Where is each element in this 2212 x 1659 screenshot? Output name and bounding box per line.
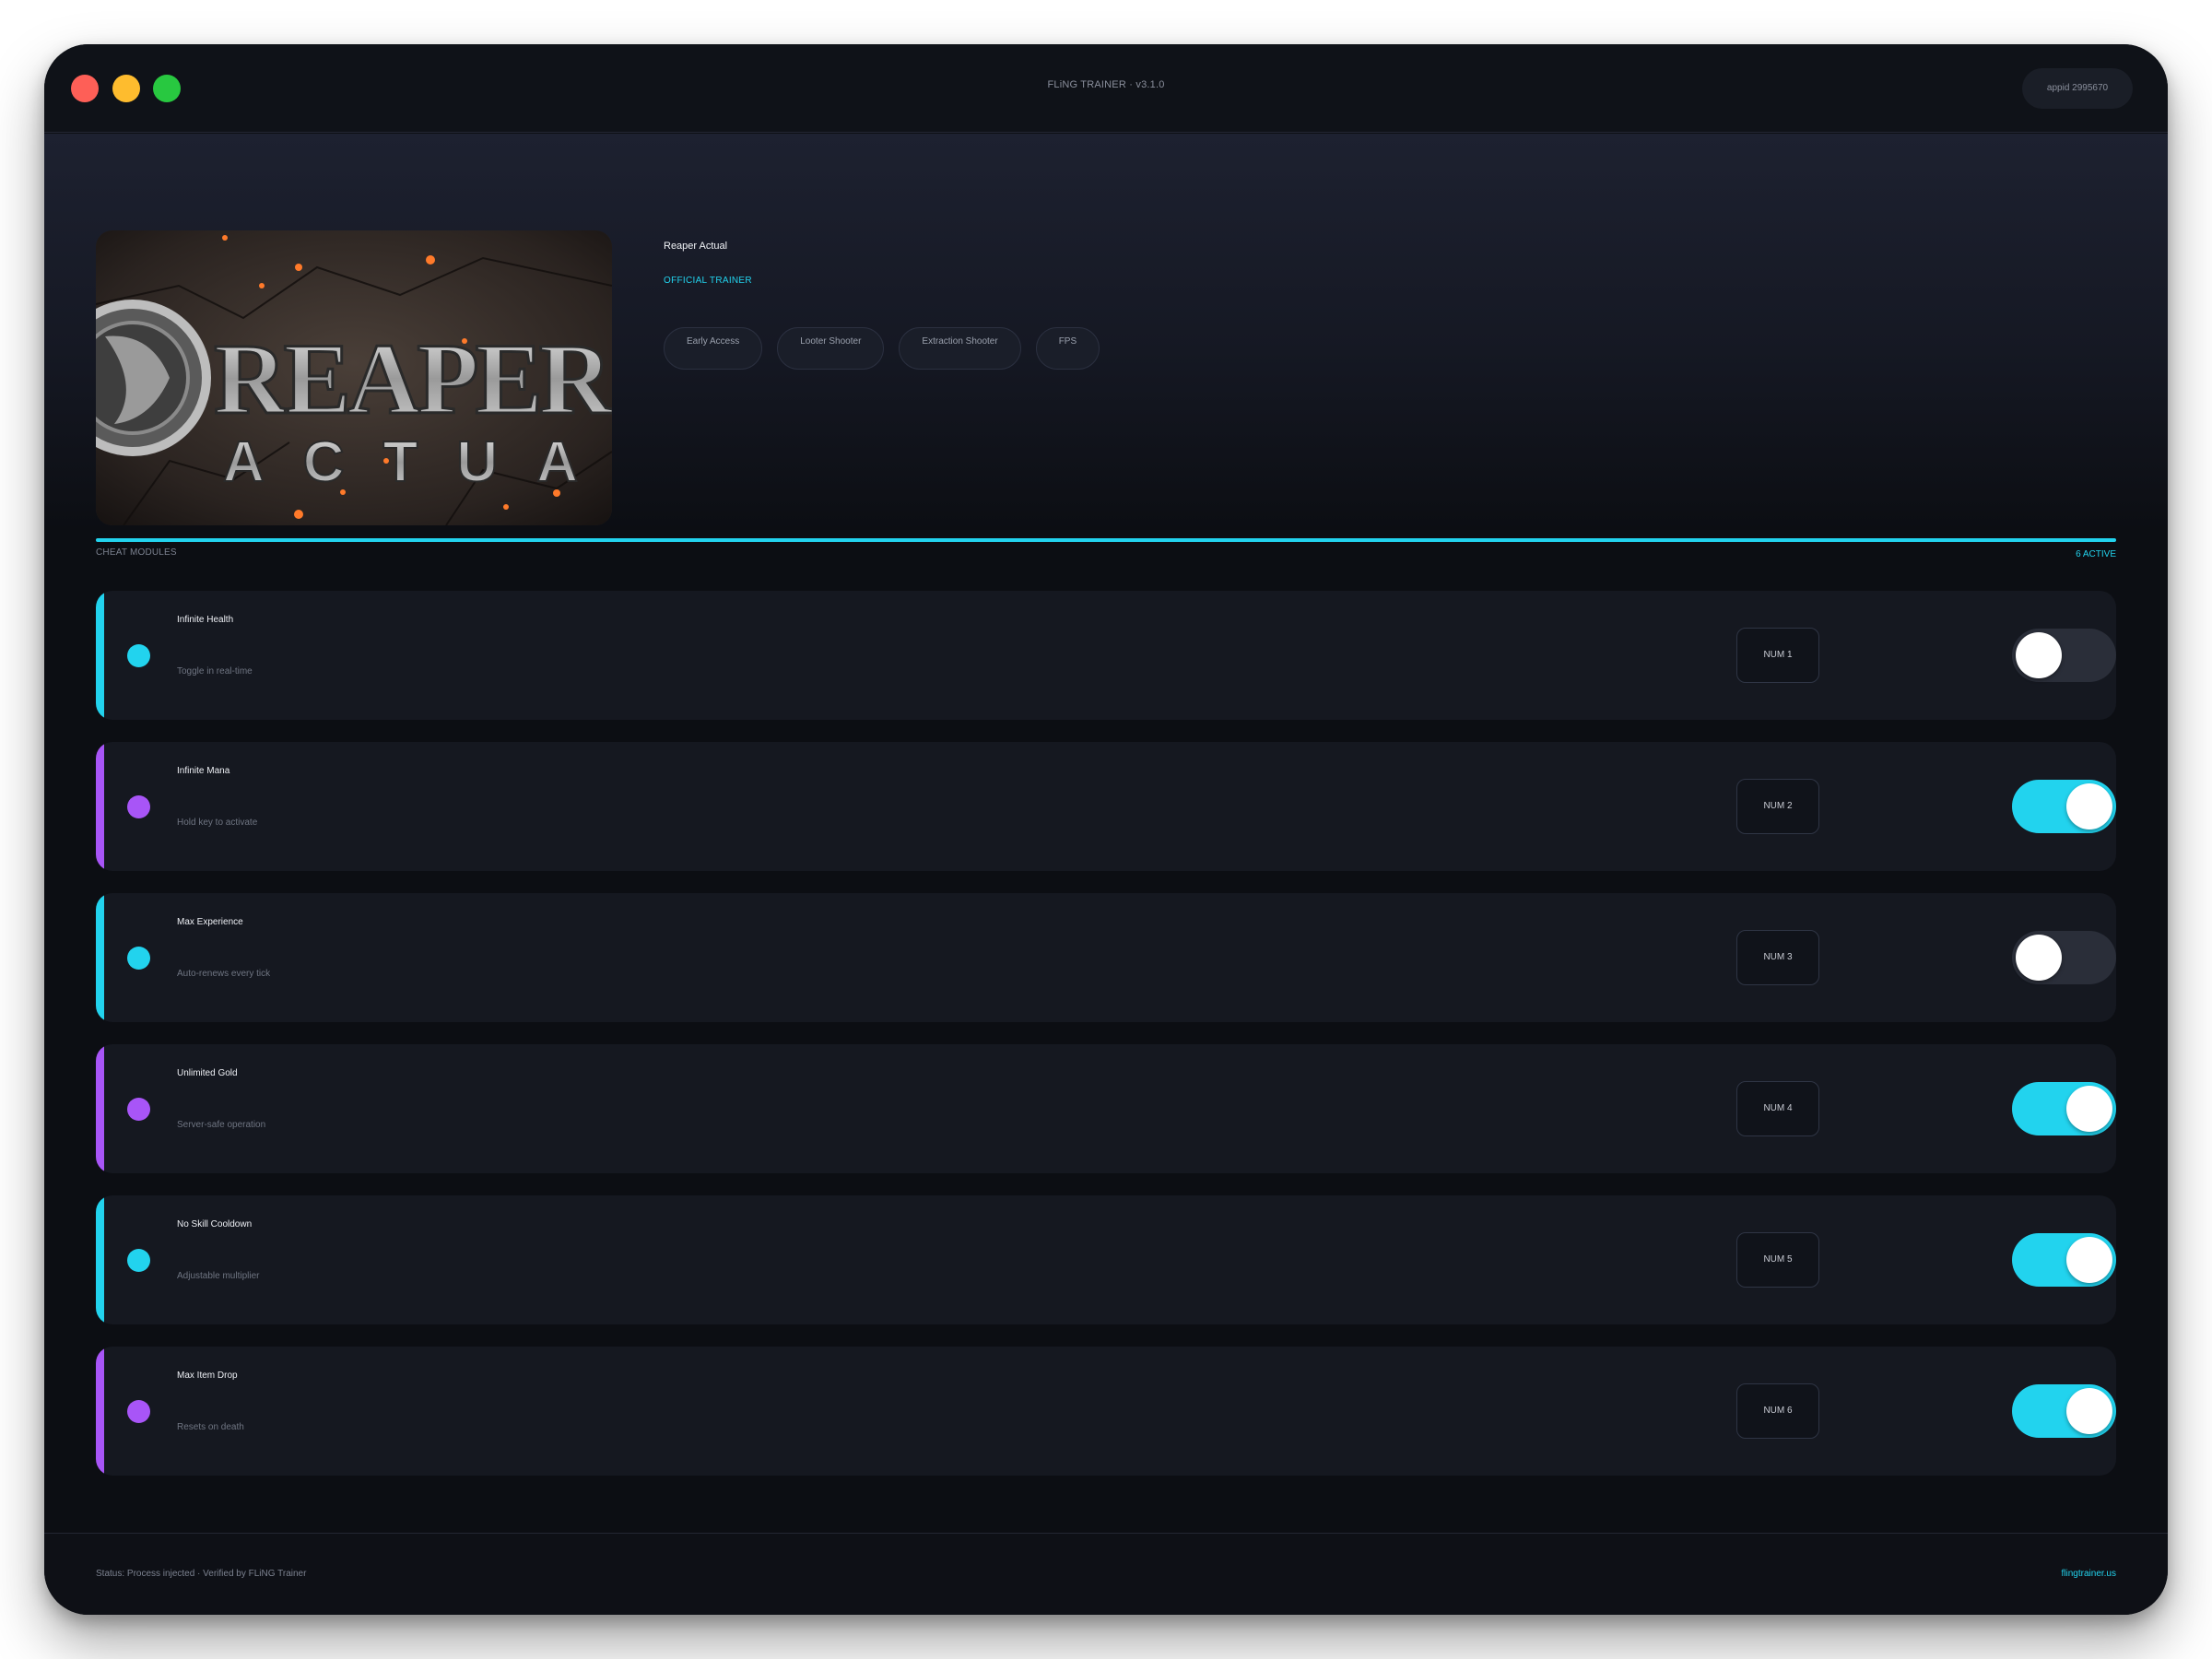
hotkey-button[interactable]: NUM 1	[1736, 628, 1819, 683]
module-toggle[interactable]	[2012, 931, 2116, 984]
toggle-knob	[2016, 632, 2062, 678]
module-toggle[interactable]	[2012, 1384, 2116, 1438]
module-name: Infinite Health	[177, 615, 234, 625]
toggle-knob	[2066, 1388, 2112, 1434]
module-accent-bar	[96, 893, 104, 1022]
toggle-knob	[2066, 1086, 2112, 1132]
cheat-module: Infinite Mana Hold key to activate NUM 2	[96, 742, 2116, 871]
module-description: Toggle in real-time	[177, 666, 253, 677]
tag-chip[interactable]: Early Access	[664, 327, 763, 370]
game-header: REAPER ACTUAL Reaper Actual OFFICIAL TRA…	[44, 134, 2168, 530]
module-toggle[interactable]	[2012, 1233, 2116, 1287]
module-name: Max Item Drop	[177, 1371, 238, 1381]
module-status-dot	[127, 1400, 150, 1423]
toggle-knob	[2066, 1237, 2112, 1283]
cheat-module: Unlimited Gold Server-safe operation NUM…	[96, 1044, 2116, 1173]
module-status-dot	[127, 1098, 150, 1121]
toggle-knob	[2066, 783, 2112, 830]
section-label: CHEAT MODULES	[96, 547, 177, 558]
cover-art-title: REAPER	[214, 323, 612, 435]
module-name: Unlimited Gold	[177, 1068, 238, 1078]
section-divider	[96, 538, 2116, 542]
cheat-module: No Skill Cooldown Adjustable multiplier …	[96, 1195, 2116, 1324]
trainer-window: FLiNG TRAINER · v3.1.0 appid 2995670 REA…	[44, 44, 2168, 1615]
module-status-dot	[127, 795, 150, 818]
module-toggle[interactable]	[2012, 1082, 2116, 1135]
module-name: Max Experience	[177, 917, 243, 927]
cover-art-subtitle: ACTUAL	[223, 430, 612, 494]
module-toggle[interactable]	[2012, 629, 2116, 682]
cheat-module: Max Experience Auto-renews every tick NU…	[96, 893, 2116, 1022]
status-text: Status: Process injected · Verified by F…	[96, 1569, 307, 1579]
appid-badge: appid 2995670	[2022, 68, 2133, 109]
cheat-module: Max Item Drop Resets on death NUM 6	[96, 1347, 2116, 1476]
module-accent-bar	[96, 1347, 104, 1476]
hotkey-button[interactable]: NUM 5	[1736, 1232, 1819, 1288]
tag-chip[interactable]: Looter Shooter	[777, 327, 885, 370]
cheat-module: Infinite Health Toggle in real-time NUM …	[96, 591, 2116, 720]
toggle-knob	[2016, 935, 2062, 981]
hotkey-button[interactable]: NUM 6	[1736, 1383, 1819, 1439]
module-name: No Skill Cooldown	[177, 1219, 253, 1230]
module-description: Adjustable multiplier	[177, 1271, 260, 1281]
tag-chip[interactable]: Extraction Shooter	[899, 327, 1021, 370]
module-toggle[interactable]	[2012, 780, 2116, 833]
module-name: Infinite Mana	[177, 766, 230, 776]
module-status-dot	[127, 1249, 150, 1272]
tag-chip[interactable]: FPS	[1035, 327, 1100, 370]
genre-tags: Early Access Looter Shooter Extraction S…	[664, 327, 1100, 370]
hotkey-button[interactable]: NUM 4	[1736, 1081, 1819, 1136]
hotkey-button[interactable]: NUM 3	[1736, 930, 1819, 985]
official-trainer-badge: OFFICIAL TRAINER	[664, 276, 752, 286]
module-status-dot	[127, 947, 150, 970]
module-accent-bar	[96, 591, 104, 720]
module-description: Server-safe operation	[177, 1120, 266, 1130]
module-description: Auto-renews every tick	[177, 969, 271, 979]
status-footer: Status: Process injected · Verified by F…	[44, 1533, 2168, 1615]
game-cover-image: REAPER ACTUAL	[96, 230, 612, 525]
module-status-dot	[127, 644, 150, 667]
hotkey-button[interactable]: NUM 2	[1736, 779, 1819, 834]
game-title: Reaper Actual	[664, 241, 728, 252]
title-bar: FLiNG TRAINER · v3.1.0 appid 2995670	[44, 44, 2168, 133]
window-title: FLiNG TRAINER · v3.1.0	[1047, 79, 1165, 90]
website-link[interactable]: flingtrainer.us	[2062, 1569, 2116, 1579]
active-count: 6 ACTIVE	[2076, 549, 2116, 559]
module-description: Resets on death	[177, 1422, 244, 1432]
module-accent-bar	[96, 742, 104, 871]
module-accent-bar	[96, 1195, 104, 1324]
module-accent-bar	[96, 1044, 104, 1173]
cheat-module-list: Infinite Health Toggle in real-time NUM …	[96, 591, 2116, 1498]
module-description: Hold key to activate	[177, 818, 258, 828]
